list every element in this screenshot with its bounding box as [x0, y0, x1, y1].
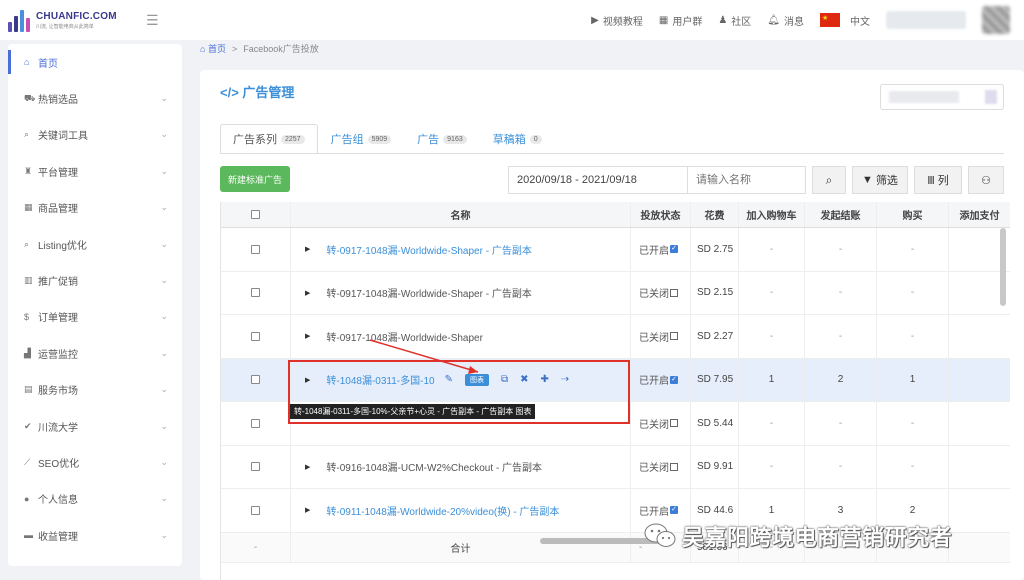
annotation-arrow	[369, 339, 479, 374]
vertical-scrollbar[interactable]	[1000, 228, 1006, 306]
wechat-icon	[644, 523, 676, 547]
watermark: 吴嘉阳跨境电商营销研究者	[644, 520, 952, 552]
row-name-tooltip: 转-1048漏-0311-多国-10%-父亲节+心灵 - 广告副本 - 广告副本…	[290, 404, 536, 419]
watermark-text: 吴嘉阳跨境电商营销研究者	[682, 525, 953, 550]
